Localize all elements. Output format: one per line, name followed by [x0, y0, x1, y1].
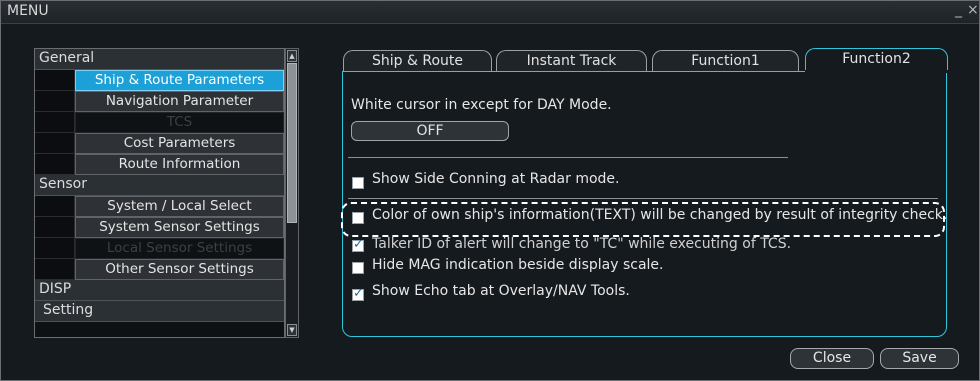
menu-item-cost-parameters[interactable]: Cost Parameters	[75, 133, 284, 154]
scroll-up-icon[interactable]: ▲	[287, 50, 297, 62]
menu-row: Ship & Route Parameters	[35, 70, 284, 91]
cursor-setting-label: White cursor in except for DAY Mode.	[351, 97, 612, 113]
side-conning-checkbox[interactable]	[352, 177, 364, 189]
save-button[interactable]: Save	[880, 348, 959, 369]
active-tab-joint	[805, 70, 948, 73]
menu-item-ship-route-parameters[interactable]: Ship & Route Parameters	[75, 70, 284, 91]
cursor-toggle-button[interactable]: OFF	[351, 121, 509, 141]
tab-function1[interactable]: Function1	[652, 50, 799, 72]
scroll-down-icon[interactable]: ▼	[287, 324, 297, 336]
menu-item-route-information[interactable]: Route Information	[75, 154, 284, 175]
menu-item-system-local-select[interactable]: System / Local Select	[75, 196, 284, 217]
tab-instant-track[interactable]: Instant Track	[496, 50, 647, 72]
menu-item-other-sensor-settings[interactable]: Other Sensor Settings	[75, 259, 284, 280]
menu-row: System / Local Select	[35, 196, 284, 217]
side-conning-label: Show Side Conning at Radar mode.	[372, 171, 620, 187]
category-disp[interactable]: DISP	[35, 280, 284, 301]
menu-item-navigation-parameter[interactable]: Navigation Parameter	[75, 91, 284, 112]
category-general[interactable]: General	[35, 49, 284, 70]
close-button[interactable]: Close	[790, 348, 874, 369]
row-gutter	[35, 238, 75, 259]
menu-list: General Ship & Route Parameters Navigati…	[34, 48, 285, 338]
menu-item-system-sensor-settings[interactable]: System Sensor Settings	[75, 217, 284, 238]
row-gutter	[35, 112, 75, 133]
category-label: General	[39, 50, 95, 66]
title-bar: MENU _ ×	[1, 1, 979, 24]
talker-id-checkbox[interactable]	[352, 237, 364, 252]
row-gutter	[35, 91, 75, 112]
menu-row: Other Sensor Settings	[35, 259, 284, 280]
menu-row: System Sensor Settings	[35, 217, 284, 238]
menu-item-local-sensor-settings: Local Sensor Settings	[75, 238, 284, 259]
category-setting[interactable]: Setting	[35, 301, 284, 322]
hide-mag-label: Hide MAG indication beside display scale…	[372, 257, 664, 273]
window-title: MENU	[7, 3, 49, 19]
menu-scrollbar[interactable]: ▲ ▼	[285, 48, 299, 338]
row-gutter	[35, 70, 75, 91]
row-gutter	[35, 196, 75, 217]
category-label: Setting	[43, 302, 94, 318]
category-sensor[interactable]: Sensor	[35, 175, 284, 196]
menu-row: Local Sensor Settings	[35, 238, 284, 259]
echo-tab-label: Show Echo tab at Overlay/NAV Tools.	[372, 283, 630, 299]
menu-row: TCS	[35, 112, 284, 133]
close-window-button[interactable]: ×	[967, 2, 979, 18]
category-label: Sensor	[39, 176, 87, 192]
row-gutter	[35, 217, 75, 238]
category-label: DISP	[39, 281, 72, 297]
hide-mag-checkbox[interactable]	[352, 262, 364, 274]
row-gutter	[35, 154, 75, 175]
echo-tab-checkbox[interactable]	[352, 286, 364, 301]
menu-row: Cost Parameters	[35, 133, 284, 154]
menu-item-tcs: TCS	[75, 112, 284, 133]
minimize-button[interactable]: _	[955, 2, 962, 18]
menu-row: Navigation Parameter	[35, 91, 284, 112]
divider	[348, 198, 938, 199]
scroll-thumb[interactable]	[287, 63, 297, 223]
row-gutter	[35, 259, 75, 280]
divider	[348, 157, 788, 158]
menu-row: Route Information	[35, 154, 284, 175]
highlight-annotation	[341, 202, 945, 237]
talker-id-label: Talker ID of alert will change to "TC" w…	[372, 236, 792, 252]
tab-function2[interactable]: Function2	[805, 48, 948, 72]
tab-ship-route[interactable]: Ship & Route	[343, 50, 492, 72]
row-gutter	[35, 133, 75, 154]
